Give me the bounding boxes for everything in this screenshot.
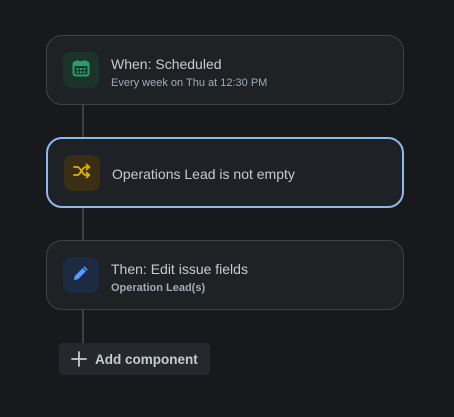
action-icon-tile [63, 257, 99, 293]
trigger-text: When: Scheduled Every week on Thu at 12:… [111, 55, 391, 90]
calendar-icon [71, 58, 91, 83]
connector-line [82, 310, 84, 344]
condition-icon-tile [64, 155, 100, 191]
trigger-icon-tile [63, 52, 99, 88]
condition-card[interactable]: Operations Lead is not empty [46, 137, 404, 208]
condition-title: Operations Lead is not empty [112, 166, 295, 182]
connector-line [82, 208, 84, 240]
action-title: Then: Edit issue fields [111, 261, 248, 277]
automation-rule-canvas: When: Scheduled Every week on Thu at 12:… [0, 0, 454, 417]
condition-text: Operations Lead is not empty [112, 165, 390, 183]
pencil-icon [71, 263, 91, 288]
add-component-button[interactable]: Add component [59, 343, 210, 375]
add-component-label: Add component [95, 351, 198, 367]
connector-line [82, 105, 84, 137]
plus-icon [69, 349, 89, 369]
trigger-card[interactable]: When: Scheduled Every week on Thu at 12:… [46, 35, 404, 105]
trigger-title: When: Scheduled [111, 56, 222, 72]
trigger-subtitle: Every week on Thu at 12:30 PM [111, 77, 268, 89]
shuffle-icon [72, 161, 92, 186]
action-subtitle: Operation Lead(s) [111, 282, 206, 294]
action-card[interactable]: Then: Edit issue fields Operation Lead(s… [46, 240, 404, 310]
action-text: Then: Edit issue fields Operation Lead(s… [111, 260, 391, 295]
